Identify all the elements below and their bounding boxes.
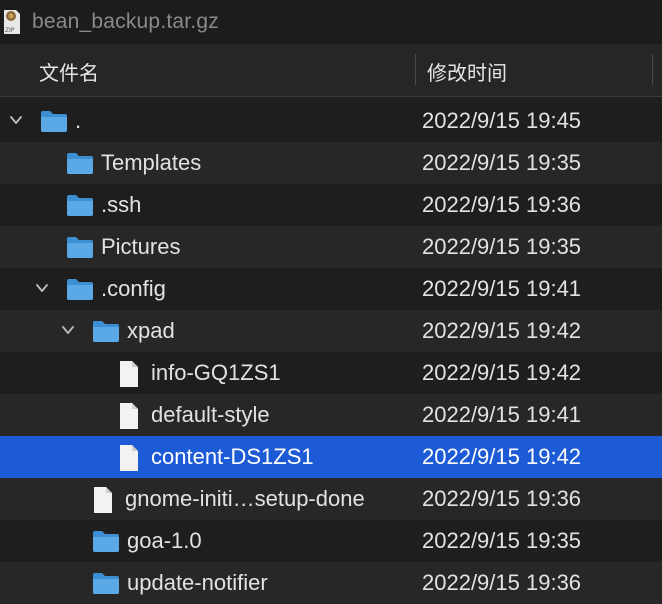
- row-name: Pictures: [101, 234, 181, 259]
- row-modified-date: 2022/9/15 19:35: [422, 150, 582, 175]
- folder-row[interactable]: xpad 2022/9/15 19:42: [0, 310, 662, 352]
- document-icon: [120, 445, 138, 471]
- row-modified-date: 2022/9/15 19:35: [422, 234, 582, 259]
- window-title: bean_backup.tar.gz: [32, 10, 219, 33]
- row-name: content-DS1ZS1: [151, 444, 314, 469]
- folder-row[interactable]: . 2022/9/15 19:45: [0, 100, 662, 142]
- row-modified-date: 2022/9/15 19:42: [422, 318, 582, 343]
- file-row[interactable]: content-DS1ZS1 2022/9/15 19:42: [0, 436, 662, 478]
- column-divider[interactable]: [415, 54, 416, 85]
- title-bar: ZIP bean_backup.tar.gz: [0, 0, 662, 44]
- column-header: 文件名 修改时间: [0, 44, 662, 97]
- row-name: .ssh: [101, 192, 142, 217]
- column-header-name[interactable]: 文件名: [39, 57, 99, 86]
- row-name: goa-1.0: [127, 528, 202, 553]
- row-name: .config: [101, 276, 166, 301]
- svg-text:ZIP: ZIP: [5, 27, 15, 34]
- row-modified-date: 2022/9/15 19:36: [422, 486, 582, 511]
- folder-icon: [41, 111, 67, 132]
- folder-icon: [67, 153, 93, 174]
- row-modified-date: 2022/9/15 19:35: [422, 528, 582, 553]
- folder-row[interactable]: Templates 2022/9/15 19:35: [0, 142, 662, 184]
- row-modified-date: 2022/9/15 19:41: [422, 276, 582, 301]
- row-name: Templates: [101, 150, 202, 175]
- folder-icon: [67, 195, 93, 216]
- row-name: default-style: [151, 402, 270, 427]
- folder-icon: [93, 531, 119, 552]
- folder-row[interactable]: goa-1.0 2022/9/15 19:35: [0, 520, 662, 562]
- row-modified-date: 2022/9/15 19:36: [422, 570, 582, 595]
- chevron-down-icon[interactable]: [36, 282, 48, 294]
- row-modified-date: 2022/9/15 19:36: [422, 192, 582, 217]
- row-modified-date: 2022/9/15 19:42: [422, 360, 582, 385]
- row-name: info-GQ1ZS1: [151, 360, 281, 385]
- document-icon: [94, 487, 112, 513]
- folder-icon: [93, 573, 119, 594]
- chevron-down-icon[interactable]: [62, 324, 74, 336]
- row-name: gnome-initi…setup-done: [125, 486, 365, 511]
- file-list: . 2022/9/15 19:45 Templates 2022/9/15 19:35…: [0, 100, 662, 604]
- row-name: .: [75, 108, 82, 133]
- column-header-date[interactable]: 修改时间: [427, 57, 507, 86]
- zip-archive-icon: ZIP: [4, 10, 20, 34]
- row-name: update-notifier: [127, 570, 268, 595]
- file-row[interactable]: info-GQ1ZS1 2022/9/15 19:42: [0, 352, 662, 394]
- file-row[interactable]: default-style 2022/9/15 19:41: [0, 394, 662, 436]
- row-name: xpad: [127, 318, 175, 343]
- row-modified-date: 2022/9/15 19:42: [422, 444, 582, 469]
- row-modified-date: 2022/9/15 19:45: [422, 108, 582, 133]
- folder-row[interactable]: .config 2022/9/15 19:41: [0, 268, 662, 310]
- chevron-down-icon[interactable]: [10, 114, 22, 126]
- row-modified-date: 2022/9/15 19:41: [422, 402, 582, 427]
- folder-icon: [93, 321, 119, 342]
- folder-row[interactable]: Pictures 2022/9/15 19:35: [0, 226, 662, 268]
- file-row[interactable]: gnome-initi…setup-done 2022/9/15 19:36: [0, 478, 662, 520]
- folder-icon: [67, 279, 93, 300]
- folder-row[interactable]: .ssh 2022/9/15 19:36: [0, 184, 662, 226]
- column-divider[interactable]: [652, 54, 653, 85]
- document-icon: [120, 361, 138, 387]
- document-icon: [120, 403, 138, 429]
- folder-icon: [67, 237, 93, 258]
